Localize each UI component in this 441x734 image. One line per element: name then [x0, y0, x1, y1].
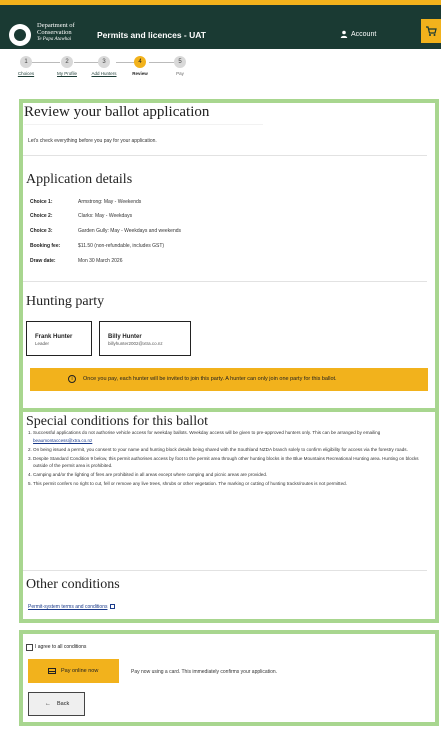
terms-link[interactable]: Permit-system terms and conditions: [28, 604, 116, 610]
condition-number: 3.: [28, 455, 32, 461]
hunter-card-leader: Frank Hunter Leader: [26, 321, 92, 356]
hunter-name: Billy Hunter: [108, 334, 142, 340]
condition-text: This permit confers no right to cut, fel…: [33, 481, 347, 486]
other-conditions-title: Other conditions: [26, 577, 120, 592]
logo-line-1: Department of: [37, 22, 75, 29]
condition-item: 5. This permit confers no right to cut, …: [28, 480, 433, 488]
title-underline: [24, 124, 263, 125]
agree-label[interactable]: I agree to all conditions: [35, 644, 86, 650]
info-icon: i: [68, 375, 76, 383]
condition-item: 4. Camping and/or the lighting of fires …: [28, 471, 433, 479]
step-my-profile[interactable]: 2 My Profile: [46, 56, 88, 76]
account-button[interactable]: Account: [340, 30, 376, 38]
special-conditions-title: Special conditions for this ballot: [26, 414, 208, 429]
hunter-role: Leader: [35, 341, 50, 346]
arrow-left-icon: ←: [45, 701, 51, 707]
app-title[interactable]: Permits and licences - UAT: [97, 30, 206, 40]
step-label: Review: [132, 71, 148, 76]
detail-label: Draw date:: [30, 258, 56, 264]
step-review: 4 Review: [120, 56, 160, 76]
step-number: 4: [134, 56, 146, 68]
section-divider: [23, 570, 427, 571]
hunter-name: Frank Hunter: [35, 334, 73, 340]
condition-text: Successful applications do not authorise…: [33, 430, 381, 435]
party-notice: i Once you pay, each hunter will be invi…: [30, 368, 428, 391]
doc-logo-text[interactable]: Department of Conservation Te Papa Atawh…: [37, 22, 97, 43]
checkbox-box[interactable]: [26, 644, 33, 651]
detail-label: Choice 1:: [30, 199, 53, 205]
condition-text: Camping and/or the lighting of fires are…: [33, 472, 268, 477]
step-number: 1: [20, 56, 32, 68]
back-button-label: Back: [57, 701, 70, 707]
condition-number: 2.: [28, 446, 32, 452]
special-conditions-list: 1. Successful applications do not author…: [28, 429, 433, 489]
condition-number: 5.: [28, 481, 32, 486]
detail-label: Choice 3:: [30, 228, 53, 234]
party-notice-text: Once you pay, each hunter will be invite…: [83, 376, 337, 382]
access-email-link[interactable]: beaumontaccess@xtra.co.nz: [33, 438, 92, 443]
step-label[interactable]: Choices: [1, 71, 51, 76]
page-title: Review your ballot application: [24, 104, 210, 120]
user-icon: [340, 30, 348, 38]
condition-item: 1. Successful applications do not author…: [28, 429, 433, 444]
detail-value: Mon 30 March 2026: [78, 258, 123, 264]
detail-value: Armstrong: May - Weekends: [78, 199, 142, 205]
cart-button[interactable]: [421, 19, 441, 43]
detail-value: Garden Gully: May - Weekdays and weekend…: [78, 228, 182, 234]
external-link-icon: [110, 604, 116, 610]
hunting-party-title: Hunting party: [26, 294, 105, 309]
detail-label: Booking fee:: [30, 243, 61, 249]
logo-line-2: Conservation: [37, 29, 72, 36]
back-button[interactable]: ← Back: [28, 692, 85, 716]
review-intro: Let's check everything before you pay fo…: [28, 138, 157, 144]
condition-number: 4.: [28, 472, 32, 477]
step-add-hunters[interactable]: 3 Add Hunters: [84, 56, 124, 76]
hunter-card-member: Billy Hunter billyhunter2002@xtra.co.nz: [99, 321, 191, 356]
pay-button-label: Pay online now: [61, 668, 99, 674]
condition-number: 1.: [28, 430, 32, 435]
detail-value: $11.50 (non-refundable, includes GST): [78, 243, 165, 249]
step-label: Pay: [176, 71, 184, 76]
terms-link-label: Permit-system terms and conditions: [28, 604, 108, 610]
application-details-title: Application details: [26, 172, 133, 187]
credit-card-icon: [48, 668, 56, 674]
site-header: Department of Conservation Te Papa Atawh…: [0, 5, 441, 49]
step-label[interactable]: My Profile: [46, 71, 88, 76]
section-divider: [23, 155, 427, 156]
progress-stepper: 1 Choices 2 My Profile 3 Add Hunters 4 R…: [0, 49, 441, 95]
pay-online-button[interactable]: Pay online now: [28, 659, 119, 683]
step-choices[interactable]: 1 Choices: [1, 56, 51, 76]
cart-icon: [426, 26, 437, 36]
logo-line-3: Te Papa Atawhai: [37, 37, 72, 42]
step-number: 5: [174, 56, 186, 68]
condition-item: 3. Despite Standard Condition 9 below, t…: [28, 455, 433, 470]
doc-logo-icon[interactable]: [9, 24, 31, 46]
step-pay: 5 Pay: [160, 56, 200, 76]
detail-value: Clarks: May - Weekdays: [78, 213, 133, 219]
condition-text: Despite Standard Condition 9 below, this…: [33, 455, 419, 469]
detail-label: Choice 2:: [30, 213, 53, 219]
step-label[interactable]: Add Hunters: [84, 71, 124, 76]
condition-item: 2. On being issued a permit, you consent…: [28, 446, 433, 454]
account-label: Account: [351, 30, 377, 38]
pay-help-text: Pay now using a card. This immediately c…: [131, 669, 278, 675]
step-number: 3: [98, 56, 110, 68]
condition-text: On being issued a permit, you consent to…: [33, 446, 408, 452]
hunter-email: billyhunter2002@xtra.co.nz: [108, 341, 163, 346]
section-divider: [23, 281, 427, 282]
step-number: 2: [61, 56, 73, 68]
